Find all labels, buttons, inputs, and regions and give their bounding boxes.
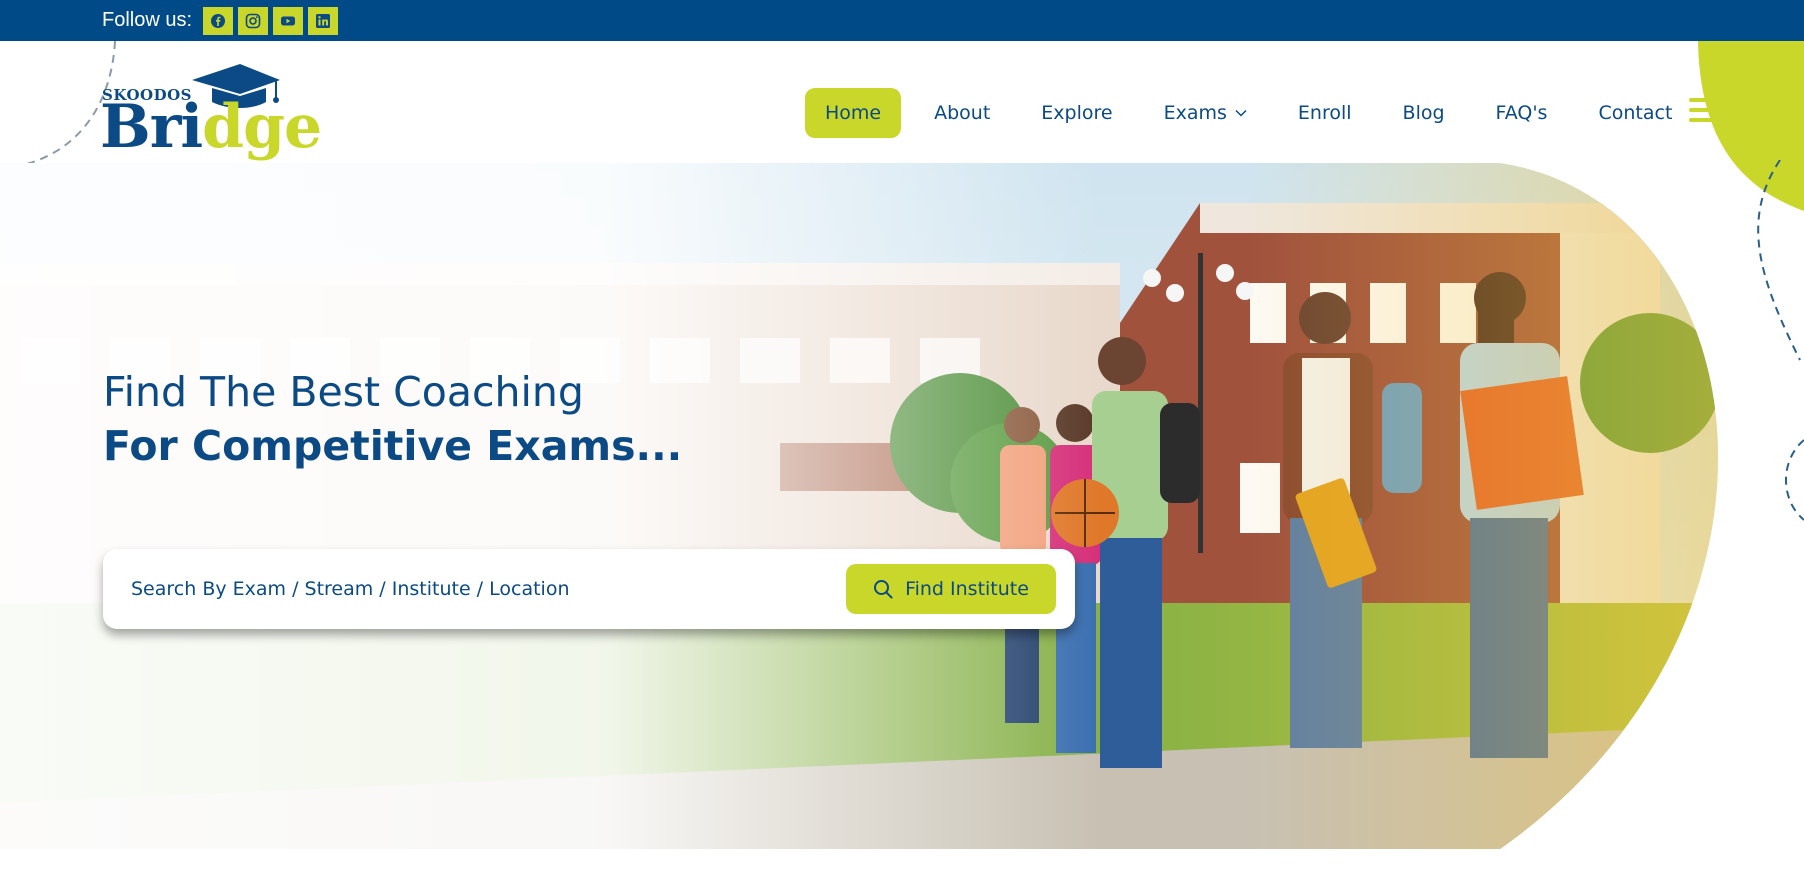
logo[interactable]: SKOODOS Bridge (100, 62, 330, 164)
hero-headline-line2: For Competitive Exams... (103, 419, 682, 473)
logo-brand-main-accent: dge (202, 92, 322, 162)
search-bar: Find Institute (103, 549, 1075, 629)
nav-enroll[interactable]: Enroll (1279, 88, 1371, 138)
search-icon (874, 580, 893, 599)
nav-faqs[interactable]: FAQ's (1477, 88, 1567, 138)
hamburger-line (1689, 108, 1725, 112)
instagram-icon[interactable] (238, 6, 269, 35)
nav-exams-label: Exams (1163, 102, 1227, 124)
facebook-icon[interactable] (203, 6, 234, 35)
hero-headline-line1: Find The Best Coaching (103, 368, 584, 416)
hero-banner (0, 163, 1780, 849)
nav-about[interactable]: About (915, 88, 1009, 138)
hero-headline-bold: Competitive Exams... (192, 422, 683, 470)
top-bar: Follow us: (0, 0, 1804, 41)
nav-contact[interactable]: Contact (1579, 88, 1691, 138)
search-input[interactable] (131, 569, 811, 609)
nav-home[interactable]: Home (805, 88, 902, 138)
hamburger-line (1689, 98, 1725, 102)
main-nav: Home About Explore Exams Enroll Blog FAQ… (805, 88, 1704, 138)
hamburger-icon[interactable] (1689, 98, 1725, 126)
nav-explore[interactable]: Explore (1022, 88, 1131, 138)
nav-exams[interactable]: Exams (1145, 88, 1266, 138)
logo-brand-main: Bridge (100, 92, 322, 162)
hero-headline: Find The Best Coaching For Competitive E… (103, 365, 682, 473)
youtube-icon[interactable] (273, 6, 304, 35)
logo-brand-main-text: Bri (100, 92, 203, 162)
hero-headline-prefix: For (103, 422, 193, 470)
find-institute-button[interactable]: Find Institute (846, 564, 1056, 614)
find-institute-label: Find Institute (905, 578, 1029, 600)
follow-us-label: Follow us: (102, 9, 193, 31)
chevron-down-icon (1235, 109, 1247, 117)
hamburger-line (1689, 118, 1725, 122)
hero-overlay (0, 163, 1100, 849)
nav-blog[interactable]: Blog (1384, 88, 1464, 138)
linkedin-icon[interactable] (308, 6, 339, 35)
